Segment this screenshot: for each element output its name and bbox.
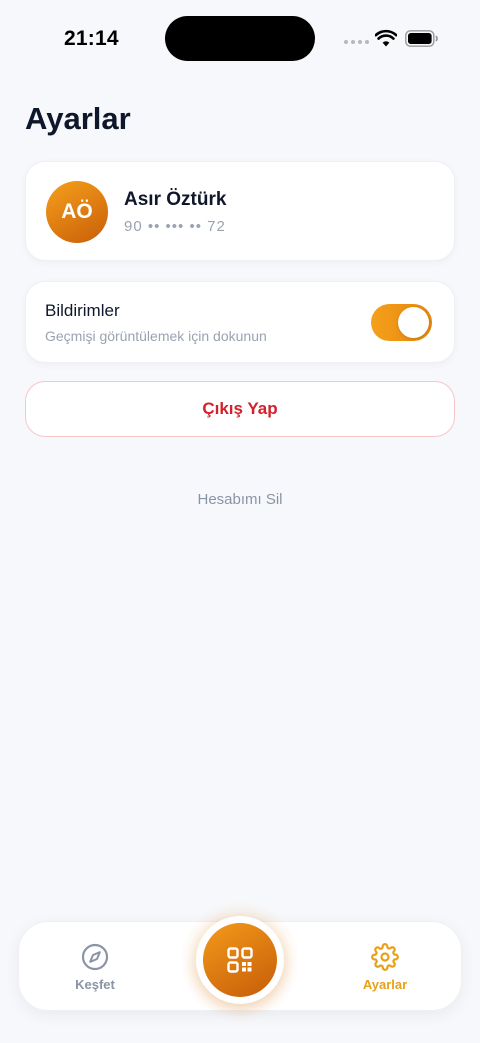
compass-icon	[81, 943, 109, 970]
toggle-knob	[398, 307, 429, 338]
nav-item-settings[interactable]: Ayarlar	[330, 922, 440, 1012]
notifications-title: Bildirimler	[45, 301, 120, 320]
qr-scan-button[interactable]	[196, 916, 284, 1004]
gear-icon	[371, 942, 399, 971]
nav-label-discover: Keşfet	[75, 976, 115, 992]
qr-scan-button-inner	[203, 923, 277, 997]
avatar: AÖ	[46, 181, 108, 243]
notifications-toggle[interactable]	[371, 304, 432, 341]
profile-card[interactable]: AÖ Asır Öztürk 90 •• ••• •• 72	[25, 161, 455, 261]
notifications-subtitle: Geçmişi görüntülemek için dokunun	[45, 328, 267, 344]
wifi-icon	[375, 29, 397, 47]
logout-button[interactable]: Çıkış Yap	[25, 381, 455, 437]
signal-dots-icon	[344, 40, 369, 44]
profile-name: Asır Öztürk	[124, 189, 227, 210]
qr-code-icon	[227, 947, 253, 973]
battery-icon	[405, 30, 438, 47]
settings-screen: 21:14 Ayarlar AÖ Asır Öztürk 90 •• ••• •…	[0, 0, 480, 1043]
page-title: Ayarlar	[25, 101, 131, 136]
status-time: 21:14	[64, 27, 119, 50]
dynamic-island	[165, 16, 315, 61]
profile-phone: 90 •• ••• •• 72	[124, 218, 226, 235]
nav-item-discover[interactable]: Keşfet	[40, 922, 150, 1012]
delete-account-link[interactable]: Hesabımı Sil	[0, 491, 480, 508]
notifications-card[interactable]: Bildirimler Geçmişi görüntülemek için do…	[25, 281, 455, 363]
nav-label-settings: Ayarlar	[362, 976, 408, 992]
